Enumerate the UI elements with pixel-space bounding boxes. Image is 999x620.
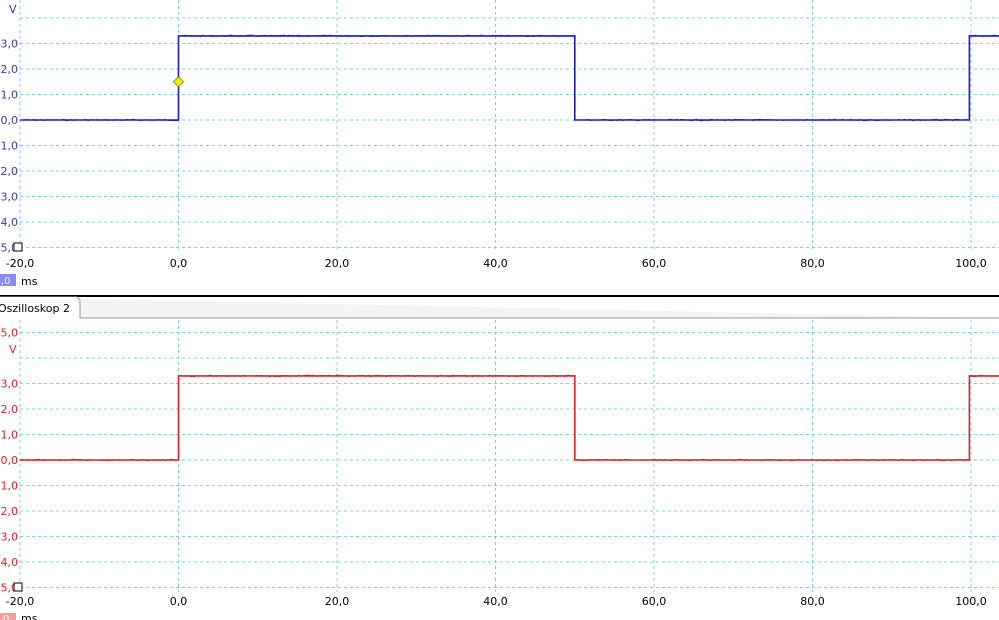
y-tick-label-1: 3,0 (1, 378, 19, 391)
y-tick-label-2: 2,0 (1, 403, 19, 416)
y-tick-label-8: -4,0 (0, 556, 18, 569)
y-tick-label-4: -1,0 (0, 140, 18, 153)
x-tick-label-2: 20,0 (325, 595, 350, 608)
y-tick-label-3: 0,0 (1, 114, 19, 127)
x-tick-label-5: 80,0 (800, 595, 825, 608)
oscilloscope-1-x-tick-labels: -20,0 0,0 20,0 40,0 60,0 80,0 100,0 (6, 257, 987, 270)
oscilloscope-1-grid (19, 0, 999, 252)
oscilloscope-2-tab-frame (0, 296, 999, 319)
oscilloscope-1-offset-value: ,0 (1, 276, 11, 287)
tab-oscilloscope-2-label: Oszilloskop 2 (0, 302, 70, 315)
y-tick-label-0: 3,0 (1, 38, 19, 51)
y-tick-label-3: 1,0 (1, 429, 19, 442)
oscilloscope-2-trace (20, 375, 999, 461)
x-tick-label-3: 40,0 (483, 595, 508, 608)
y-tick-label-6: -3,0 (0, 191, 18, 204)
y-tick-label-1: 2,0 (1, 63, 19, 76)
oscilloscope-2-trace-noise (19, 374, 998, 462)
oscilloscope-2-x-unit-label: ms (21, 612, 38, 620)
oscilloscope-view: 3,02,01,00,0-1,0-2,0-3,0-4,0-5,0 V -20,0… (0, 0, 999, 620)
x-tick-label-4: 60,0 (642, 257, 667, 270)
x-tick-label-0: -20,0 (6, 257, 34, 270)
oscilloscope-1-x-unit-label: ms (21, 275, 38, 288)
x-tick-label-3: 40,0 (483, 257, 508, 270)
oscilloscope-2-y-tick-labels: 5,03,02,01,00,0-1,0-2,0-3,0-4,0-5,0 (0, 327, 18, 595)
x-tick-label-1: 0,0 (170, 257, 188, 270)
oscilloscope-2-grid (19, 320, 999, 592)
oscilloscope-1-trace-noise (19, 34, 998, 122)
oscilloscope-1-panel: 3,02,01,00,0-1,0-2,0-3,0-4,0-5,0 V -20,0… (0, 0, 999, 288)
x-tick-label-2: 20,0 (325, 257, 350, 270)
y-tick-label-7: -3,0 (0, 531, 18, 544)
x-tick-label-6: 100,0 (955, 257, 987, 270)
x-tick-label-1: 0,0 (170, 595, 188, 608)
y-tick-label-5: -1,0 (0, 480, 18, 493)
oscilloscope-2-offset-value: 0 (3, 614, 9, 620)
x-tick-label-4: 60,0 (642, 595, 667, 608)
oscilloscope-2-x-tick-labels: -20,0 0,0 20,0 40,0 60,0 80,0 100,0 (6, 595, 987, 608)
oscilloscope-1-y-unit-label: V (9, 3, 17, 16)
y-tick-label-4: 0,0 (1, 454, 19, 467)
oscilloscope-2-y-unit-label: V (9, 343, 17, 356)
oscilloscope-2-panel: 5,03,02,01,00,0-1,0-2,0-3,0-4,0-5,0 V -2… (0, 320, 999, 620)
y-tick-label-5: -2,0 (0, 165, 18, 178)
y-tick-label-0: 5,0 (1, 327, 19, 340)
y-tick-label-7: -4,0 (0, 216, 18, 229)
trigger-marker-icon[interactable] (172, 76, 185, 88)
oscilloscope-1-axis-handle[interactable] (13, 242, 23, 252)
x-tick-label-6: 100,0 (955, 595, 987, 608)
x-tick-label-0: -20,0 (6, 595, 34, 608)
y-tick-label-2: 1,0 (1, 89, 19, 102)
y-tick-label-6: -2,0 (0, 505, 18, 518)
oscilloscope-1-trace (20, 35, 999, 121)
oscilloscope-1-y-tick-labels: 3,02,01,00,0-1,0-2,0-3,0-4,0-5,0 (0, 38, 18, 255)
x-tick-label-5: 80,0 (800, 257, 825, 270)
oscilloscope-2-axis-handle[interactable] (13, 582, 23, 592)
